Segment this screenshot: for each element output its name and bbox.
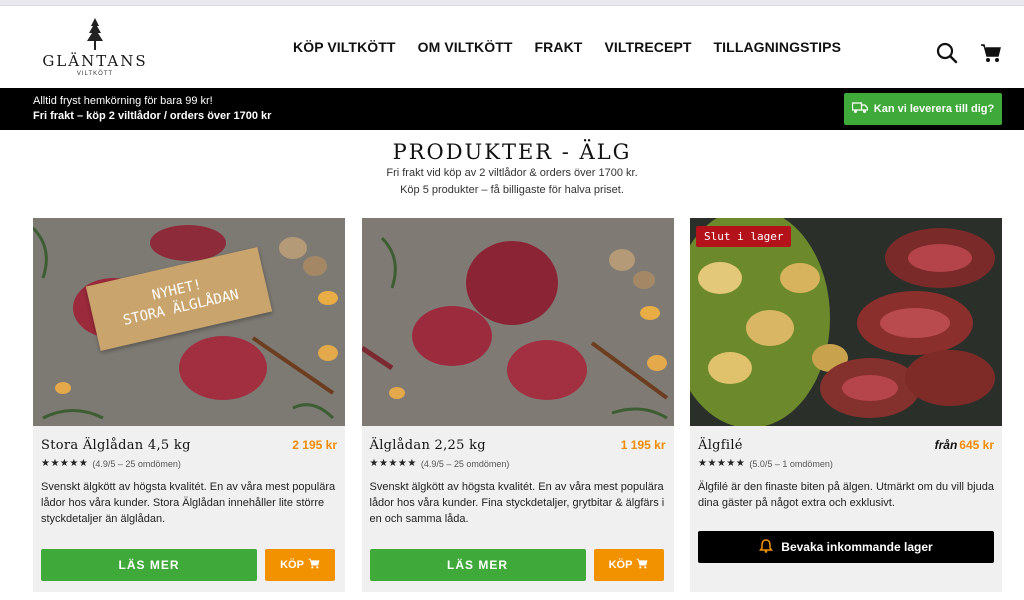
- site-header: GLÄNTANS VILTKÖTT KÖP VILTKÖTT OM VILTKÖ…: [0, 6, 1024, 88]
- page-subtitle-1: Fri frakt vid köp av 2 viltlådor & order…: [386, 167, 638, 179]
- product-description: Svenskt älgkött av högsta kvalitét. En a…: [41, 481, 336, 525]
- rating-text: (4.9/5 – 25 omdömen): [420, 458, 510, 469]
- nav-kop-viltkott[interactable]: KÖP VILTKÖTT: [293, 39, 396, 55]
- page-heading: PRODUKTER - ÄLG Fri frakt vid köp av 2 v…: [0, 140, 1024, 198]
- product-description: Älgfilé är den finaste biten på älgen. U…: [698, 481, 994, 509]
- buy-button[interactable]: KÖP: [265, 549, 335, 581]
- product-image[interactable]: NYHET! STORA ÄLGLÅDAN: [33, 218, 345, 426]
- cart-icon: [636, 558, 648, 572]
- rating-text: (4.9/5 – 25 omdömen): [92, 458, 181, 469]
- read-more-button[interactable]: LÄS MER: [41, 549, 257, 581]
- rating-stars: ★★★★★: [369, 458, 417, 469]
- product-name[interactable]: Älgfilé: [698, 438, 743, 453]
- product-price: 1 195 kr: [620, 438, 666, 452]
- bell-icon: [759, 538, 774, 556]
- product-image[interactable]: Slut i lager: [690, 218, 1002, 426]
- watch-stock-label: Bevaka inkommande lager: [781, 540, 933, 554]
- cart-icon[interactable]: [980, 43, 1002, 68]
- product-rating: ★★★★★ (4.9/5 – 25 omdömen): [370, 458, 666, 469]
- nav-frakt[interactable]: FRAKT: [535, 39, 583, 55]
- rating-stars: ★★★★★: [698, 458, 746, 469]
- nav-viltrecept[interactable]: VILTRECEPT: [604, 39, 691, 55]
- product-card: NYHET! STORA ÄLGLÅDAN Stora Älglådan 4,5…: [33, 218, 345, 592]
- price-value: 645 kr: [959, 438, 994, 452]
- tree-logo-icon: [87, 18, 103, 50]
- banner-line-1: Alltid fryst hemkörning för bara 99 kr!: [33, 95, 213, 107]
- product-grid: NYHET! STORA ÄLGLÅDAN Stora Älglådan 4,5…: [33, 218, 1002, 592]
- product-name[interactable]: Älglådan 2,25 kg: [370, 438, 486, 453]
- page-subtitle-2: Köp 5 produkter – få billigaste för halv…: [400, 184, 624, 196]
- product-price: 2 195 kr: [292, 438, 337, 452]
- deliver-check-label: Kan vi leverera till dig?: [873, 103, 995, 115]
- product-image[interactable]: [361, 218, 674, 426]
- cart-icon: [308, 558, 320, 572]
- logo[interactable]: GLÄNTANS VILTKÖTT: [32, 18, 158, 82]
- product-rating: ★★★★★ (4.9/5 – 25 omdömen): [41, 458, 337, 469]
- info-banner: Alltid fryst hemkörning för bara 99 kr! …: [0, 88, 1024, 130]
- rating-text: (5.0/5 – 1 omdömen): [749, 458, 833, 469]
- main-nav: KÖP VILTKÖTT OM VILTKÖTT FRAKT VILTRECEP…: [293, 39, 841, 55]
- watch-stock-button[interactable]: Bevaka inkommande lager: [698, 531, 994, 563]
- read-more-button[interactable]: LÄS MER: [369, 549, 586, 581]
- product-card: Älglådan 2,25 kg 1 195 kr ★★★★★ (4.9/5 –…: [361, 218, 674, 592]
- search-icon[interactable]: [936, 42, 958, 69]
- product-rating: ★★★★★ (5.0/5 – 1 omdömen): [698, 458, 994, 469]
- nav-tillagningstips[interactable]: TILLAGNINGSTIPS: [714, 39, 842, 55]
- product-name[interactable]: Stora Älglådan 4,5 kg: [41, 438, 191, 453]
- logo-sub: VILTKÖTT: [76, 71, 114, 77]
- product-card: Slut i lager Älgfilé från 645 kr ★★★★★ (5…: [690, 218, 1002, 592]
- banner-line-2: Fri frakt – köp 2 viltlådor / orders öve…: [33, 110, 272, 122]
- truck-icon: [851, 101, 868, 117]
- rating-stars: ★★★★★: [41, 458, 89, 469]
- buy-label: KÖP: [608, 559, 633, 571]
- logo-brand: GLÄNTANS: [42, 52, 148, 70]
- page-title: PRODUKTER - ÄLG: [392, 140, 632, 164]
- buy-label: KÖP: [280, 559, 304, 571]
- nav-om-viltkott[interactable]: OM VILTKÖTT: [418, 39, 513, 55]
- out-of-stock-badge: Slut i lager: [696, 226, 792, 247]
- price-prefix: från: [934, 438, 958, 452]
- product-description: Svenskt älgkött av högsta kvalitét. En a…: [369, 481, 665, 525]
- deliver-check-button[interactable]: Kan vi leverera till dig?: [844, 93, 1002, 125]
- banner-text: Alltid fryst hemkörning för bara 99 kr! …: [33, 94, 271, 124]
- header-icons: [936, 42, 1002, 69]
- product-price: från 645 kr: [935, 438, 994, 452]
- buy-button[interactable]: KÖP: [593, 549, 664, 581]
